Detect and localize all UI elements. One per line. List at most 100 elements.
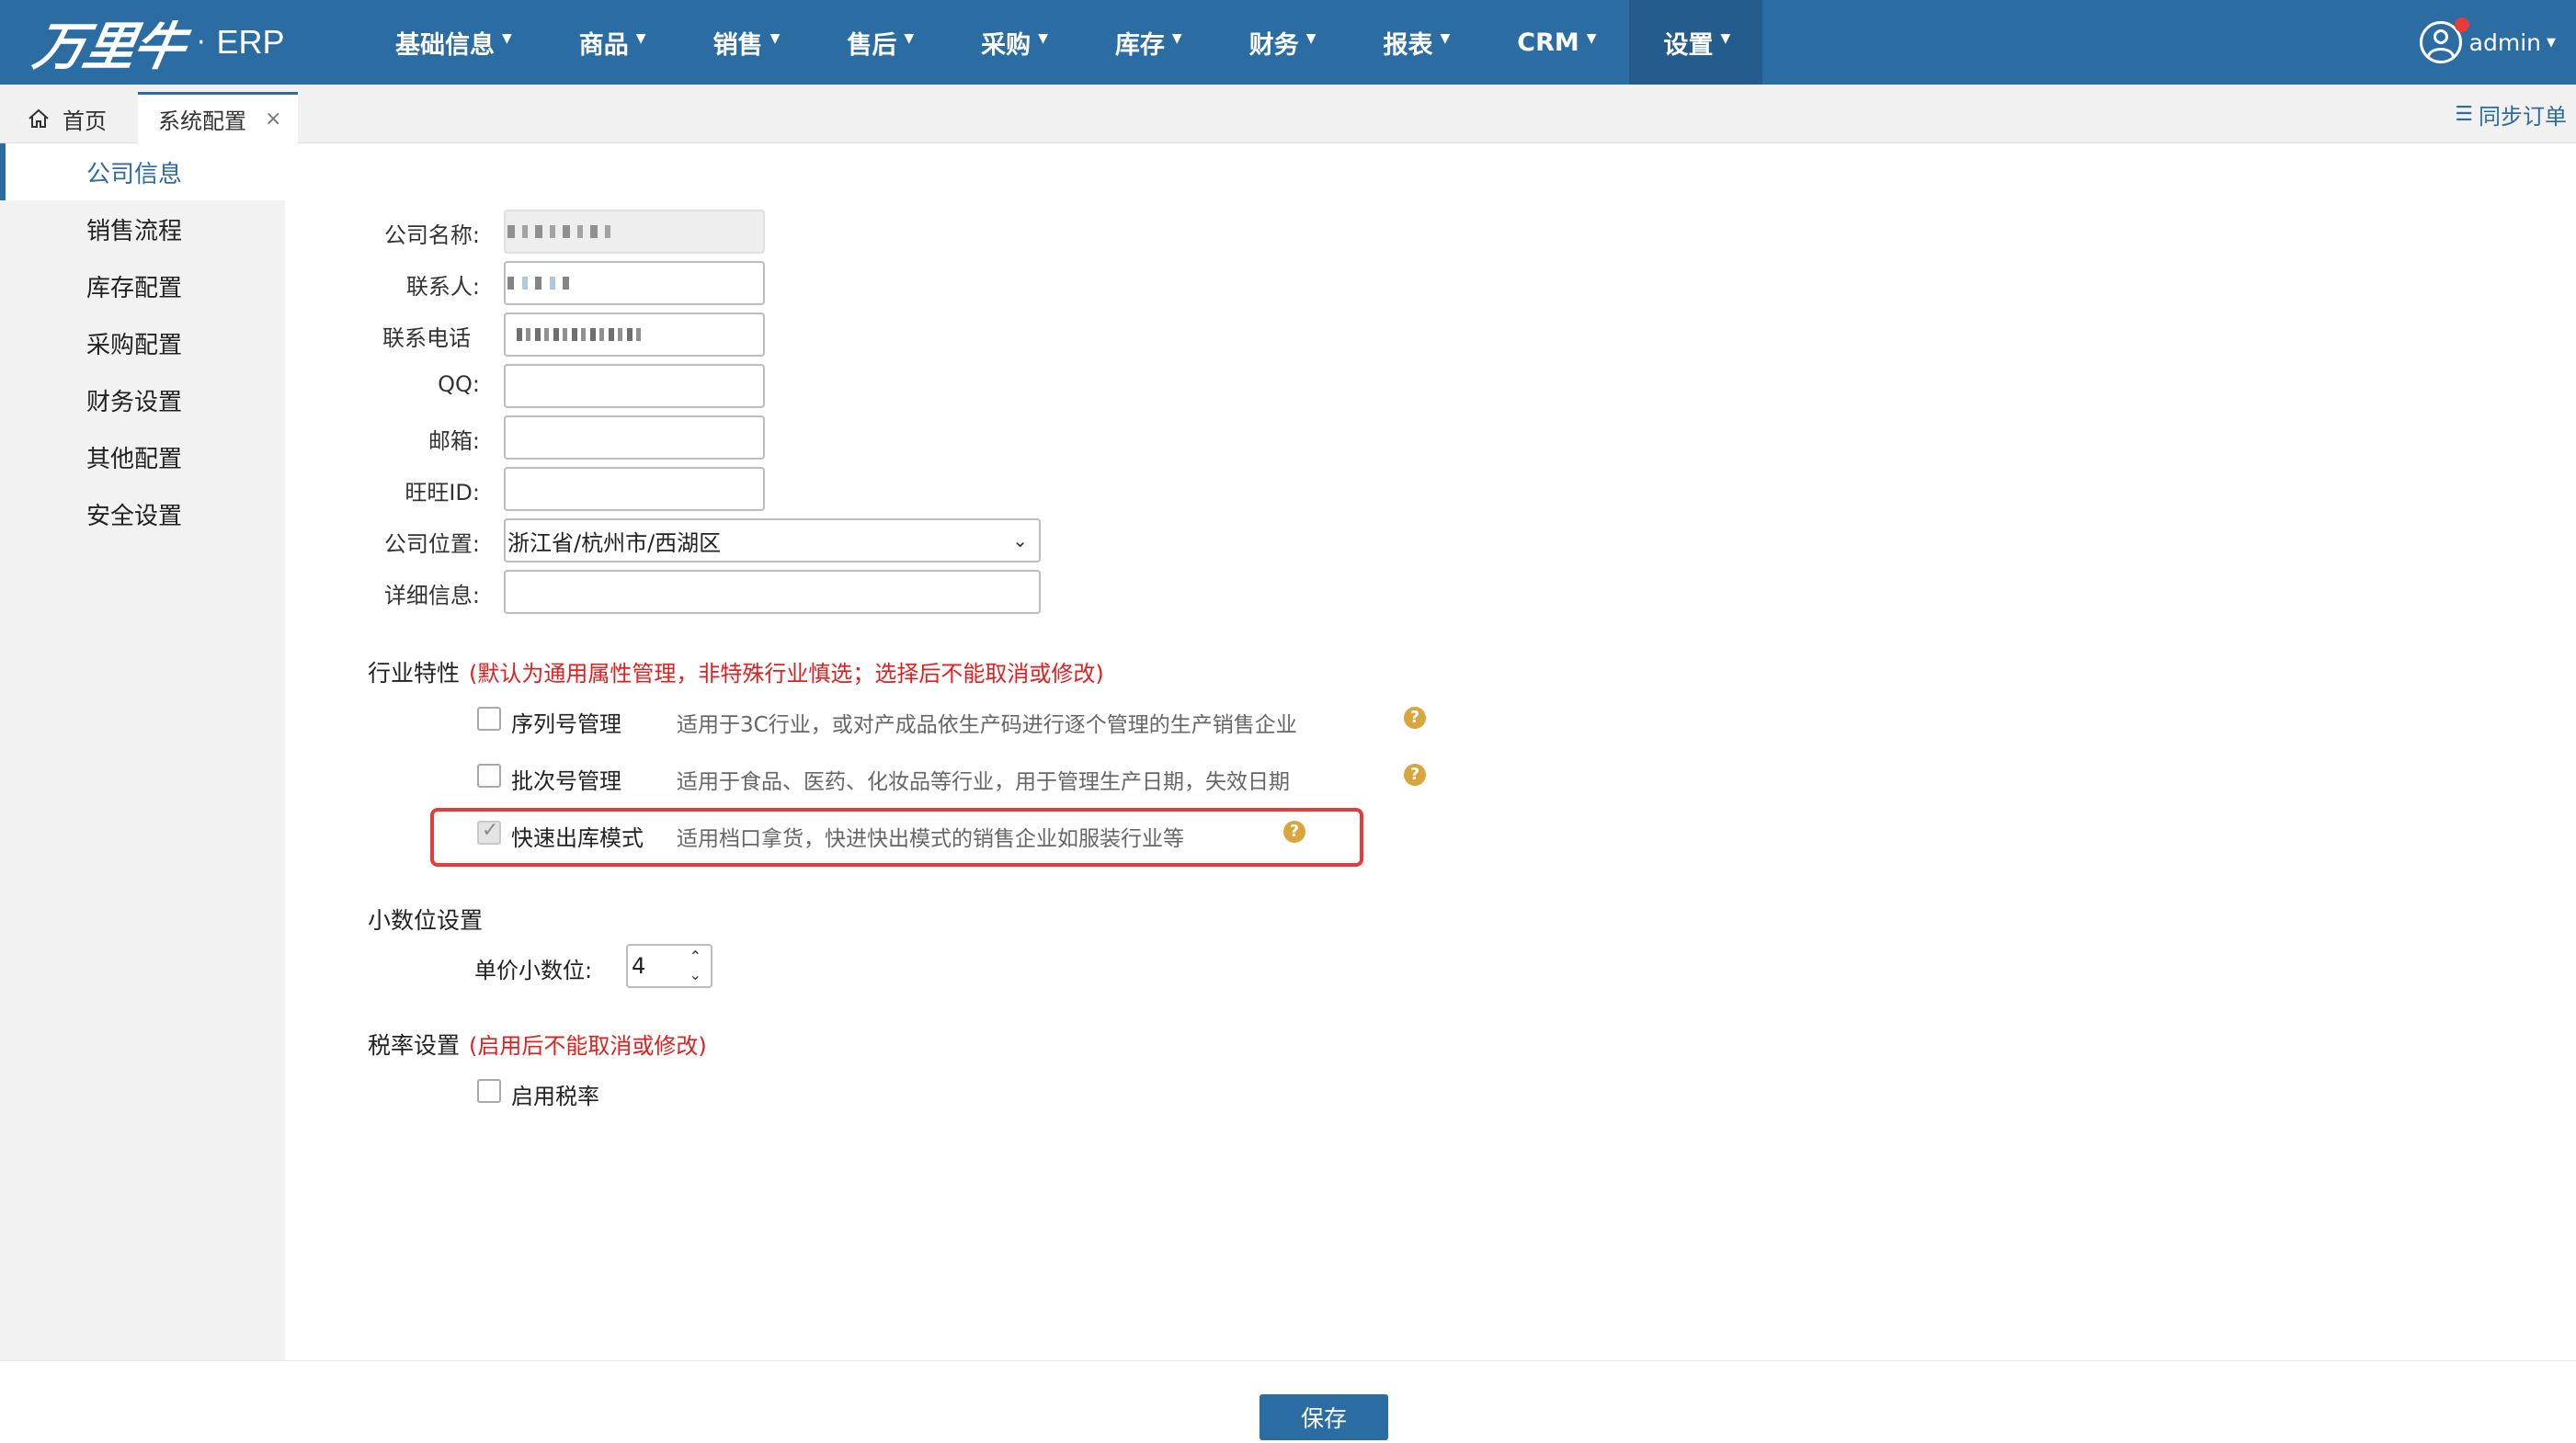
nav-label: 销售 [712,30,763,60]
nav-label: 商品 [578,30,629,60]
sidebar-item-company-info[interactable]: 公司信息 [0,143,285,200]
nav-label: 报表 [1383,30,1433,60]
chevron-down-icon: ▼ [502,31,512,46]
nav-purchasing[interactable]: 采购 ▼ [946,0,1080,85]
avatar [2419,17,2469,63]
top-navbar: 万里牛 · ERP 基础信息 ▼ 商品 ▼ 销售 ▼ 售后 ▼ 采购 ▼ 库存 ▼ 财务 ▼ … [0,0,2576,85]
qq-input[interactable] [504,364,765,408]
help-icon[interactable]: ? [1404,707,1426,729]
save-button[interactable]: 保存 [1260,1394,1388,1440]
nav-label: CRM [1517,28,1579,57]
help-icon[interactable]: ? [1283,821,1305,843]
detail-input[interactable] [504,570,1041,614]
sidebar-item-sales-flow[interactable]: 销售流程 [0,200,285,257]
nav-inventory[interactable]: 库存 ▼ [1080,0,1214,85]
price-decimal-label: 单价小数位: [474,958,593,983]
app-logo[interactable]: 万里牛 · ERP [28,9,285,77]
chevron-down-icon: ▼ [769,31,781,46]
main-nav: 基础信息 ▼ 商品 ▼ 销售 ▼ 售后 ▼ 采购 ▼ 库存 ▼ 财务 ▼ 报表 ▼ CRM ▼ 设… [360,0,1763,85]
nav-label: 财务 [1248,30,1299,60]
sidebar-item-inventory-config[interactable]: 库存配置 [0,257,285,314]
enable-tax-label: 启用税率 [511,1084,599,1109]
nav-label: 库存 [1114,30,1165,60]
fast-outbound-checkbox[interactable] [477,819,501,845]
chevron-down-icon: ▼ [1440,31,1451,46]
redacted-text [507,277,572,290]
company-name-input [504,210,765,254]
email-input[interactable] [504,415,765,460]
tab-label: 首页 [63,108,107,134]
nav-after-sales[interactable]: 售后 ▼ [812,0,946,85]
tax-section: 税率设置 (启用后不能取消或修改) [368,1028,707,1061]
batch-number-label: 批次号管理 [511,768,621,794]
chevron-down-icon: ▼ [1720,31,1731,46]
contact-input[interactable] [504,261,765,305]
fast-outbound-desc: 适用档口拿货，快进快出模式的销售企业如服装行业等 [677,827,1184,851]
batch-number-checkbox[interactable] [477,764,501,788]
enable-tax-checkbox[interactable] [477,1079,501,1103]
sidebar-item-finance-settings[interactable]: 财务设置 [0,371,285,428]
nav-basic-info[interactable]: 基础信息 ▼ [360,0,544,85]
chevron-down-icon: ▼ [1305,31,1316,46]
chevron-down-icon: ⌄ [1012,529,1028,551]
wangwang-label: 旺旺ID: [405,480,480,506]
phone-label: 联系电话 [382,325,471,351]
nav-crm[interactable]: CRM ▼ [1482,0,1628,85]
nav-label: 采购 [981,30,1032,60]
sidebar-item-label: 安全设置 [86,502,183,530]
wangwang-input[interactable] [504,467,765,511]
fast-outbound-label: 快速出库模式 [511,825,644,851]
email-label: 邮箱: [427,428,480,454]
serial-number-label: 序列号管理 [511,711,621,737]
tax-warning: (启用后不能取消或修改) [469,1033,707,1059]
chevron-down-icon: ▼ [1038,31,1048,46]
decimal-title: 小数位设置 [368,907,484,934]
company-name-label: 公司名称: [383,222,480,248]
tab-home[interactable]: 首页 [11,94,129,143]
user-menu[interactable]: admin ▼ [2419,0,2556,85]
tab-system-config[interactable]: 系统配置 × [138,92,298,143]
settings-sidebar: 公司信息 销售流程 库存配置 采购配置 财务设置 其他配置 安全设置 [0,143,285,1360]
phone-input[interactable] [504,312,765,357]
location-label: 公司位置: [383,531,480,557]
username: admin [2468,28,2541,56]
notification-dot [2454,17,2469,32]
close-icon[interactable]: × [265,108,281,131]
chevron-down-icon: ▼ [1171,31,1182,46]
chevron-down-icon: ▼ [904,31,915,46]
serial-number-checkbox[interactable] [477,707,501,731]
sidebar-item-purchase-config[interactable]: 采购配置 [0,314,285,371]
tax-title: 税率设置 [368,1032,461,1059]
sidebar-item-label: 采购配置 [86,331,183,359]
nav-label: 设置 [1663,30,1714,60]
help-icon[interactable]: ? [1404,764,1426,786]
nav-label: 基础信息 [395,30,495,60]
sidebar-item-security-settings[interactable]: 安全设置 [0,485,285,542]
location-value: 浙江省/杭州市/西湖区 [507,529,722,556]
sidebar-item-other-config[interactable]: 其他配置 [0,428,285,485]
list-icon: ☰ [2455,102,2473,126]
home-icon [28,108,49,128]
sync-orders-button[interactable]: ☰ 同步订单 [2455,96,2567,132]
chevron-down-icon: ▼ [2547,35,2556,50]
nav-label: 售后 [847,30,897,60]
nav-products[interactable]: 商品 ▼ [544,0,678,85]
serial-number-desc: 适用于3C行业，或对产成品依生产码进行逐个管理的生产销售企业 [677,713,1297,737]
nav-finance[interactable]: 财务 ▼ [1214,0,1349,85]
redacted-text [517,328,645,341]
tab-strip: 首页 系统配置 × ☰ 同步订单 [0,85,2576,143]
nav-settings[interactable]: 设置 ▼ [1628,0,1763,85]
industry-title: 行业特性 [368,660,461,687]
nav-sales[interactable]: 销售 ▼ [678,0,813,85]
contact-label: 联系人: [405,274,480,300]
price-decimal-stepper[interactable]: 4 ⌃ ⌄ [626,944,712,988]
stepper-arrows-icon[interactable]: ⌃ ⌄ [690,948,701,984]
nav-reports[interactable]: 报表 ▼ [1348,0,1482,85]
logo-suffix: ERP [216,23,285,61]
sidebar-item-label: 财务设置 [86,388,183,416]
logo-mark: 万里牛 [28,16,189,77]
location-select[interactable]: 浙江省/杭州市/西湖区 ⌄ [504,518,1041,562]
detail-label: 详细信息: [383,583,480,608]
batch-number-desc: 适用于食品、医药、化妆品等行业，用于管理生产日期，失效日期 [677,770,1290,794]
tab-label: 系统配置 [158,108,246,134]
